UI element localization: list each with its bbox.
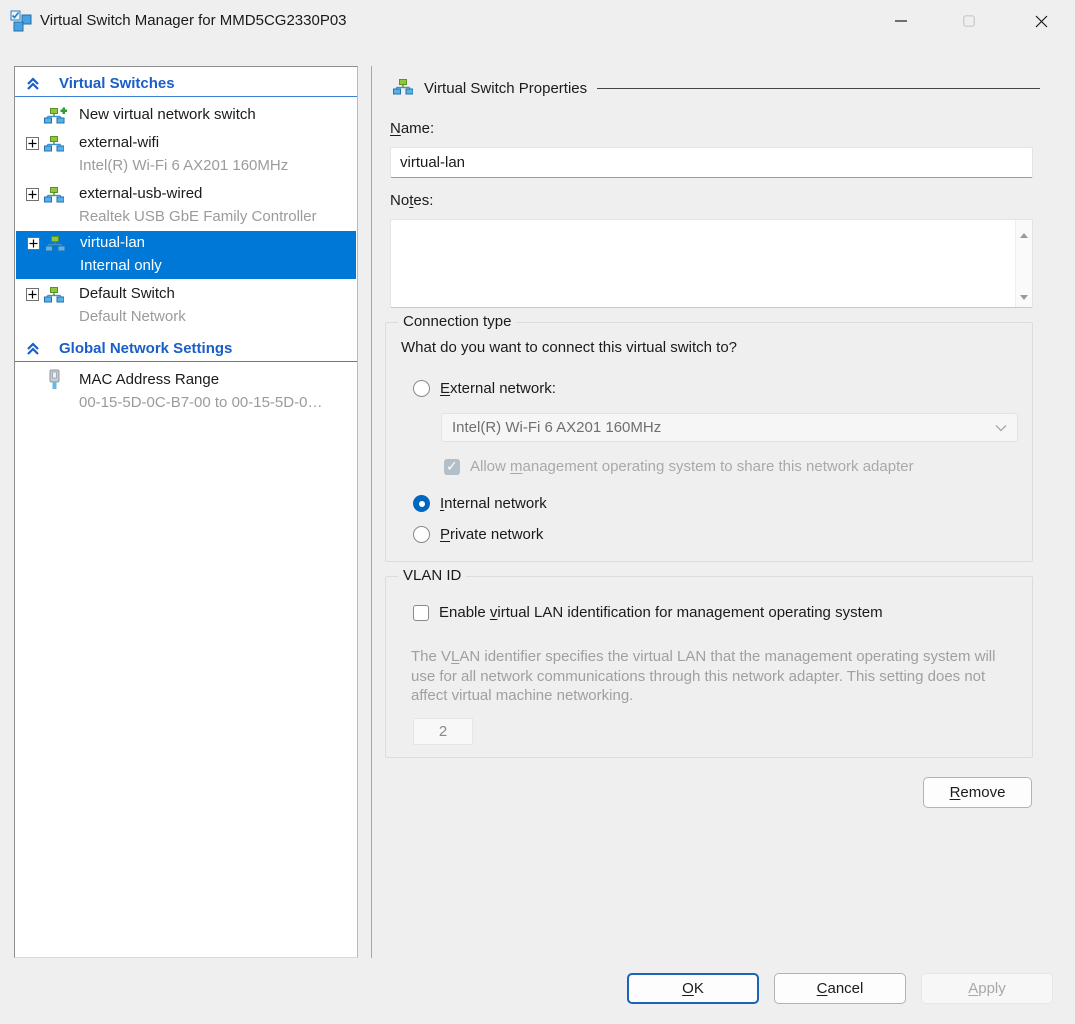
panel-divider [371, 66, 372, 958]
enable-vlan-label: Enable virtual LAN identification for ma… [439, 604, 883, 621]
tree-item-external-wifi[interactable]: external-wifi [15, 131, 357, 156]
private-network-radio[interactable]: Private network [413, 526, 543, 543]
adapter-value: Intel(R) Wi-Fi 6 AX201 160MHz [452, 419, 661, 436]
hyper-v-switch-manager-icon [10, 10, 32, 32]
properties-title: Virtual Switch Properties [424, 80, 587, 97]
allow-management-checkbox[interactable]: Allow management operating system to sha… [444, 458, 914, 475]
tree-item-mac-address-range[interactable]: MAC Address Range [15, 368, 357, 393]
vlan-id-title: VLAN ID [398, 567, 466, 584]
tree-item-subtext: Internal only [80, 257, 162, 274]
tree-item-label: New virtual network switch [79, 106, 256, 123]
window-title: Virtual Switch Manager for MMD5CG2330P03 [40, 12, 347, 29]
radio-checked-icon[interactable] [413, 495, 430, 512]
external-network-radio[interactable]: External network: [413, 380, 556, 397]
tree-item-subtext: 00-15-5D-0C-B7-00 to 00-15-5D-0… [15, 393, 357, 416]
scroll-down-icon[interactable] [1019, 289, 1029, 299]
chevron-down-icon [995, 419, 1007, 436]
expand-icon[interactable] [26, 188, 39, 201]
expand-icon[interactable] [27, 237, 40, 250]
properties-header: Virtual Switch Properties [393, 78, 1040, 99]
tree-item-label: external-usb-wired [79, 185, 202, 202]
notes-textarea[interactable] [390, 219, 1033, 308]
cancel-button[interactable]: Cancel [774, 973, 906, 1004]
new-switch-icon [44, 107, 68, 128]
remove-button[interactable]: Remove [923, 777, 1032, 808]
switch-tree-panel: Virtual Switches New virtual network swi… [14, 66, 358, 958]
ok-button[interactable]: OK [627, 973, 759, 1004]
connection-question: What do you want to connect this virtual… [401, 339, 737, 356]
adapter-dropdown[interactable]: Intel(R) Wi-Fi 6 AX201 160MHz [441, 413, 1018, 442]
vlan-id-value: 2 [439, 723, 447, 740]
tree-item-label: Default Switch [79, 285, 175, 302]
close-button[interactable] [1018, 4, 1064, 38]
section-header-global-network-settings[interactable]: Global Network Settings [15, 336, 357, 362]
notes-scrollbar[interactable] [1015, 220, 1032, 307]
tree-item-new-virtual-network-switch[interactable]: New virtual network switch [15, 103, 357, 128]
virtual-switch-manager-window: Virtual Switch Manager for MMD5CG2330P03… [0, 0, 1075, 1024]
name-input[interactable]: virtual-lan [390, 147, 1033, 178]
notes-label: Notes: [390, 192, 433, 209]
vlan-description: The VLAN identifier specifies the virtua… [411, 647, 1017, 706]
virtual-switch-icon [44, 186, 64, 207]
expand-icon[interactable] [26, 137, 39, 150]
tree-item-label: MAC Address Range [79, 371, 219, 388]
allow-management-label: Allow management operating system to sha… [470, 458, 914, 475]
external-network-label: External network: [440, 380, 556, 397]
virtual-switch-icon [45, 235, 65, 256]
tree-item-virtual-lan-selected[interactable]: virtual-lan Internal only [16, 231, 356, 279]
tree-item-subtext: Realtek USB GbE Family Controller [15, 207, 357, 230]
apply-button[interactable]: Apply [921, 973, 1053, 1004]
radio-unchecked-icon[interactable] [413, 526, 430, 543]
collapse-chevrons-icon [25, 341, 41, 361]
tree-item-external-usb-wired[interactable]: external-usb-wired [15, 182, 357, 207]
tree-item-subtext: Default Network [15, 307, 357, 330]
private-network-label: Private network [440, 526, 543, 543]
internal-network-radio[interactable]: Internal network [413, 495, 547, 512]
name-label: Name: [390, 120, 434, 137]
checkbox-checked-disabled-icon[interactable] [444, 459, 460, 475]
minimize-button[interactable] [878, 4, 924, 38]
network-adapter-icon [47, 369, 62, 395]
scroll-up-icon[interactable] [1019, 228, 1029, 238]
virtual-switch-icon [393, 78, 413, 99]
checkbox-unchecked-icon[interactable] [413, 605, 429, 621]
vlan-id-input[interactable]: 2 [413, 718, 473, 745]
radio-unchecked-icon[interactable] [413, 380, 430, 397]
section-label: Global Network Settings [59, 340, 232, 357]
maximize-button[interactable] [946, 4, 992, 38]
connection-type-title: Connection type [398, 313, 516, 330]
virtual-switch-icon [44, 135, 64, 156]
enable-vlan-checkbox[interactable]: Enable virtual LAN identification for ma… [413, 604, 883, 621]
section-header-virtual-switches[interactable]: Virtual Switches [15, 71, 357, 97]
expand-icon[interactable] [26, 288, 39, 301]
title-bar: Virtual Switch Manager for MMD5CG2330P03 [0, 0, 1075, 42]
header-rule [597, 88, 1040, 89]
collapse-chevrons-icon [25, 76, 41, 96]
tree-item-subtext: Intel(R) Wi-Fi 6 AX201 160MHz [15, 156, 357, 179]
connection-type-group: Connection type What do you want to conn… [385, 322, 1033, 562]
tree-item-default-switch[interactable]: Default Switch [15, 282, 357, 307]
virtual-switch-icon [44, 286, 64, 307]
vlan-id-group: VLAN ID Enable virtual LAN identificatio… [385, 576, 1033, 758]
internal-network-label: Internal network [440, 495, 547, 512]
tree-item-label: external-wifi [79, 134, 159, 151]
name-value: virtual-lan [400, 154, 465, 171]
tree-item-label: virtual-lan [80, 234, 145, 251]
section-label: Virtual Switches [59, 75, 175, 92]
